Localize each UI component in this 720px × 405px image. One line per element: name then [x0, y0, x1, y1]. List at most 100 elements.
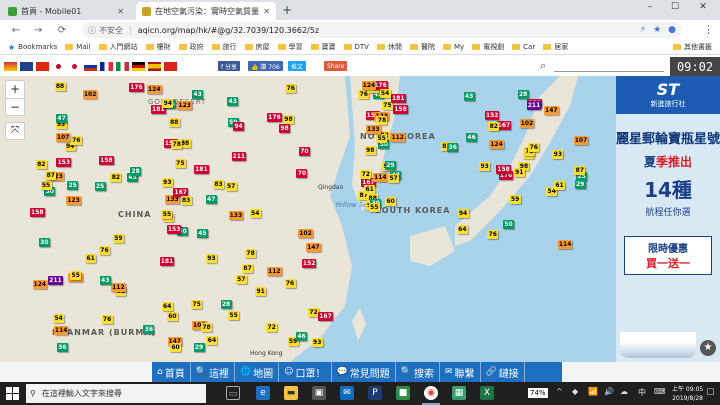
aqi-station-marker[interactable]: 211 [526, 101, 542, 111]
menu-item[interactable]: ⌂ 首頁 [152, 362, 191, 382]
menu-item[interactable]: 🌐 地圖 [235, 362, 280, 382]
aqi-station-marker[interactable]: 54 [249, 208, 261, 218]
aqi-station-marker[interactable]: 30 [38, 238, 50, 248]
aqi-station-marker[interactable]: 50 [502, 219, 514, 229]
aqi-station-marker[interactable]: 82 [110, 173, 122, 183]
aqi-station-marker[interactable]: 57 [388, 173, 400, 183]
aqi-station-marker[interactable]: 124 [489, 140, 504, 150]
aqi-station-marker[interactable]: 87 [45, 170, 57, 180]
aqi-station-marker[interactable]: 59 [112, 234, 124, 244]
aqi-station-marker[interactable]: 36 [56, 343, 68, 353]
aqi-station-marker[interactable]: 153 [56, 158, 71, 168]
aqi-station-marker[interactable]: 181 [194, 165, 209, 175]
aqi-station-marker[interactable]: 88 [168, 118, 180, 128]
aqi-station-marker[interactable]: 158 [99, 155, 114, 165]
aqi-map[interactable]: + − ⤧ GOBI DESERT CHINA NORTH KOREA SOUT… [0, 76, 616, 362]
flag-russia-icon[interactable] [84, 62, 97, 71]
app-icon[interactable]: P [368, 386, 382, 400]
aqi-station-marker[interactable]: 91 [513, 167, 525, 177]
ime-icon[interactable]: 中 [638, 387, 646, 398]
aqi-station-marker[interactable]: 46 [296, 331, 308, 341]
aqi-station-marker[interactable]: 43 [192, 90, 204, 100]
translate-icon[interactable]: ⚡ [640, 25, 646, 35]
aqi-station-marker[interactable]: 107 [573, 136, 589, 146]
aqi-station-marker[interactable]: 28 [220, 299, 232, 309]
aqi-station-marker[interactable]: 93 [311, 337, 323, 347]
notification-chevron-icon[interactable]: ^ [556, 387, 563, 396]
aqi-station-marker[interactable]: 54 [379, 88, 391, 98]
excel-icon[interactable]: X [480, 386, 494, 400]
flag-uk-icon[interactable] [20, 62, 33, 71]
aqi-station-marker[interactable]: 167 [318, 312, 333, 322]
aqi-station-marker[interactable]: 36 [447, 143, 459, 153]
aqi-station-marker[interactable]: 43 [99, 275, 111, 285]
aqi-station-marker[interactable]: 72 [360, 169, 372, 179]
aqi-station-marker[interactable]: 211 [231, 151, 247, 161]
aqi-station-marker[interactable]: 76 [528, 143, 540, 153]
aqi-station-marker[interactable]: 75 [191, 300, 203, 310]
bookmark-folder[interactable]: DTV [343, 43, 369, 51]
aqi-station-marker[interactable]: 28 [517, 89, 529, 99]
tab-aqicn[interactable]: 在地空氣污染：實時空氣質量指數地圖 ✕ [136, 2, 276, 20]
aqi-station-marker[interactable]: 158 [496, 165, 511, 175]
aqi-station-marker[interactable]: 28 [130, 166, 142, 176]
aqi-station-marker[interactable]: 124 [32, 280, 48, 290]
app-tray-icon[interactable]: ◆ [572, 387, 578, 396]
menu-item[interactable]: ☺ 口罩！ [279, 362, 332, 382]
aqi-station-marker[interactable]: 158 [30, 207, 45, 217]
bookmark-folder[interactable]: 旅行 [211, 42, 237, 52]
aqi-station-marker[interactable]: 83 [213, 179, 225, 189]
aqi-station-marker[interactable]: 93 [205, 254, 217, 264]
aqi-station-marker[interactable]: 98 [364, 146, 376, 156]
aqi-station-marker[interactable]: 112 [267, 267, 282, 277]
forward-button[interactable]: → [30, 25, 46, 36]
aqi-station-marker[interactable]: 64 [206, 336, 218, 346]
aqi-station-marker[interactable]: 55 [161, 209, 173, 219]
menu-item[interactable]: 🔍 這裡 [191, 362, 235, 382]
aqi-station-marker[interactable]: 55 [376, 133, 388, 143]
share-button[interactable]: Share [324, 61, 348, 71]
aqi-station-marker[interactable]: 124 [361, 81, 377, 91]
aqi-station-marker[interactable]: 64 [161, 302, 173, 312]
zoom-out-button[interactable]: − [6, 98, 24, 115]
aqi-station-marker[interactable]: 87 [242, 264, 254, 274]
menu-item[interactable]: ✉ 聯繫 [440, 362, 481, 382]
aqi-station-marker[interactable]: 87 [574, 165, 586, 175]
address-bar[interactable]: ⓘ 不安全 | aqicn.org/map/hk/#@g/32.7039/120… [82, 22, 682, 38]
aqi-station-marker[interactable]: 93 [479, 161, 491, 171]
aqi-station-marker[interactable]: 76 [101, 314, 113, 324]
aqi-station-marker[interactable]: 25 [67, 181, 79, 191]
aqi-station-marker[interactable]: 75 [174, 159, 186, 169]
aqi-station-marker[interactable]: 25 [94, 182, 106, 192]
aqi-station-marker[interactable]: 147 [306, 243, 321, 253]
profile-icon[interactable]: ● [668, 25, 676, 35]
aqi-station-marker[interactable]: 93 [161, 177, 173, 187]
aqi-station-marker[interactable]: 76 [487, 230, 499, 240]
aqi-station-marker[interactable]: 43 [227, 96, 239, 106]
aqi-station-marker[interactable]: 29 [384, 161, 396, 171]
aqi-station-marker[interactable]: 133 [366, 125, 381, 135]
bookmark-folder[interactable]: 學習 [277, 42, 303, 52]
aqi-station-marker[interactable]: 82 [488, 121, 500, 131]
aqi-station-marker[interactable]: 152 [484, 110, 500, 120]
battery-indicator[interactable]: 74% [528, 388, 548, 398]
chrome-icon[interactable]: ◉ [424, 386, 438, 400]
close-tab-icon[interactable]: ✕ [117, 7, 124, 16]
bookmark-folder[interactable]: 電視劇 [472, 42, 504, 52]
aqi-station-marker[interactable]: 43 [463, 91, 475, 101]
bookmark-folder[interactable]: 政府 [178, 42, 204, 52]
flag-germany-icon[interactable] [132, 62, 145, 71]
aqi-station-marker[interactable]: 57 [235, 275, 247, 285]
aqi-station-marker[interactable]: 29 [193, 343, 205, 353]
new-tab-button[interactable]: + [282, 3, 292, 17]
bookmark-folder[interactable]: Car [512, 43, 535, 51]
menu-item[interactable]: 💬 常見問題 [332, 362, 396, 382]
aqi-station-marker[interactable]: 114 [557, 240, 573, 250]
info-icon[interactable]: ⓘ [88, 25, 96, 36]
bookmark-folder[interactable]: 入門網站 [98, 42, 138, 52]
facebook-share-button[interactable]: f 分享 [218, 61, 241, 71]
aqi-station-marker[interactable]: 59 [509, 194, 521, 204]
windows-start-icon[interactable] [6, 387, 19, 400]
bookmarks-menu[interactable]: ★ Bookmarks [0, 43, 57, 52]
flag-korea-icon[interactable] [68, 62, 81, 71]
